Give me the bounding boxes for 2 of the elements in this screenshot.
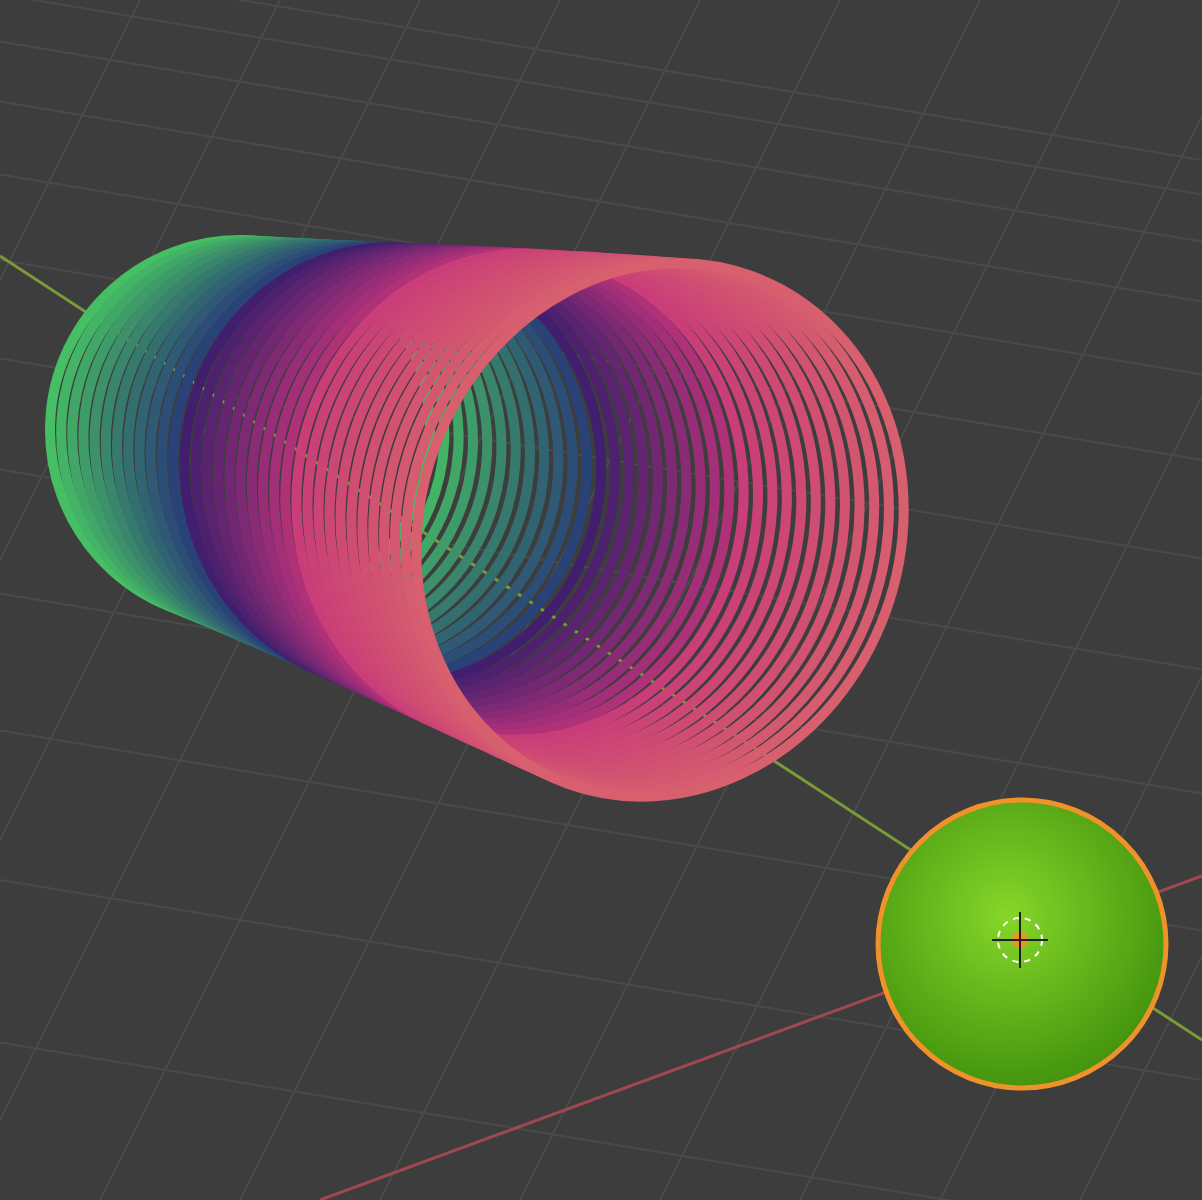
sphere-drawing[interactable] <box>875 797 1169 1091</box>
ribbon-drawing[interactable] <box>45 235 909 802</box>
